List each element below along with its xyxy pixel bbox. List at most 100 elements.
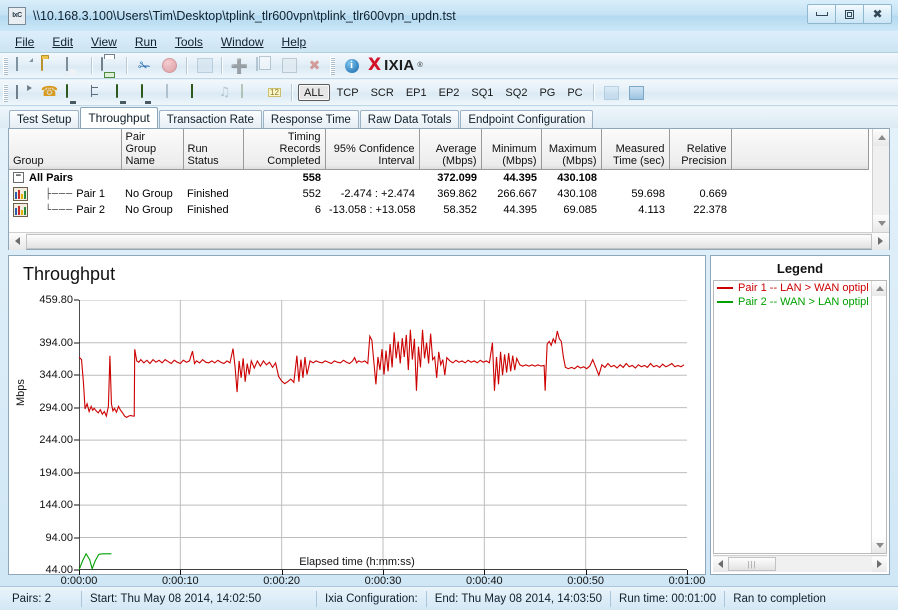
- video-pair-button[interactable]: [138, 82, 161, 104]
- col-timing-records[interactable]: Timing Records Completed: [243, 129, 326, 170]
- paste-button[interactable]: [278, 55, 301, 77]
- toolbar-separator: [126, 57, 128, 74]
- image-button[interactable]: [238, 82, 261, 104]
- run-test-button[interactable]: ✁: [133, 55, 156, 77]
- menu-window-label: Window: [220, 34, 264, 49]
- cell-pair-group-name: No Group: [125, 203, 173, 216]
- menu-window[interactable]: Window: [212, 33, 273, 51]
- tab-raw-data-totals[interactable]: Raw Data Totals: [359, 110, 460, 128]
- table-horizontal-scrollbar[interactable]: [9, 232, 889, 250]
- legend-scroll-right-button[interactable]: [872, 556, 887, 572]
- scroll-left-button[interactable]: [9, 232, 26, 250]
- open-folder-button[interactable]: [38, 55, 61, 77]
- menu-help[interactable]: Help: [273, 33, 316, 51]
- table-row[interactable]: └─── Pair 2 No Group Finished 6 -13.058 …: [9, 202, 868, 218]
- voip-pair-button[interactable]: ☎: [38, 82, 61, 104]
- status-result: Ran to completion: [733, 592, 826, 605]
- y-axis-tick-label: 244.00: [39, 434, 73, 447]
- add-pair-button[interactable]: ➕: [228, 55, 251, 77]
- numbering-button[interactable]: 12: [263, 82, 286, 104]
- filter-sq1-button[interactable]: SQ1: [466, 84, 498, 101]
- scroll-right-button[interactable]: [872, 232, 889, 250]
- minimize-icon: [815, 12, 828, 16]
- tab-response-time[interactable]: Response Time: [262, 110, 359, 128]
- apply-script-button[interactable]: [188, 82, 211, 104]
- table-vertical-scrollbar[interactable]: [872, 129, 889, 232]
- menu-edit[interactable]: Edit: [43, 33, 82, 51]
- table-row[interactable]: ├─── Pair 1 No Group Finished 552 -2.474…: [9, 186, 868, 202]
- window-controls: ✖: [807, 4, 892, 24]
- scroll-up-button[interactable]: [873, 129, 889, 146]
- legend-scroll-left-button[interactable]: [713, 556, 728, 572]
- tab-test-setup[interactable]: Test Setup: [9, 110, 80, 128]
- generate-report-button[interactable]: [193, 55, 216, 77]
- hscroll-thumb[interactable]: [26, 233, 872, 249]
- multicast-group-button[interactable]: [88, 82, 111, 104]
- col-relative-precision[interactable]: Relative Precision: [669, 129, 732, 170]
- menu-view[interactable]: View: [82, 33, 126, 51]
- cell-maximum: 69.085: [563, 203, 597, 216]
- col-run-status[interactable]: Run Status: [183, 129, 244, 170]
- filter-all-button[interactable]: ALL: [298, 84, 330, 101]
- toolbar-grip[interactable]: [330, 56, 335, 75]
- import-button[interactable]: [625, 82, 648, 104]
- endpoint-pair-button[interactable]: [63, 82, 86, 104]
- toolbar-grip[interactable]: [3, 83, 8, 102]
- connection-icon: [16, 84, 18, 99]
- tab-transaction-rate[interactable]: Transaction Rate: [158, 110, 262, 128]
- cell-maximum: 430.108: [557, 171, 597, 184]
- minimize-button[interactable]: [807, 4, 836, 24]
- menu-run[interactable]: Run: [126, 33, 166, 51]
- cell-filler: [731, 186, 868, 202]
- export-button[interactable]: [600, 82, 623, 104]
- save-button[interactable]: [63, 55, 86, 77]
- filter-scr-button[interactable]: SCR: [366, 84, 399, 101]
- col-minimum[interactable]: Minimum (Mbps): [481, 129, 542, 170]
- cell-minimum: 44.395: [503, 203, 537, 216]
- info-button[interactable]: i: [340, 55, 363, 77]
- audio-button[interactable]: ♫: [213, 82, 236, 104]
- filter-pg-button[interactable]: PG: [534, 84, 560, 101]
- col-pair-group-name[interactable]: Pair Group Name: [121, 129, 184, 170]
- col-maximum[interactable]: Maximum (Mbps): [541, 129, 602, 170]
- tab-endpoint-configuration[interactable]: Endpoint Configuration: [460, 110, 594, 128]
- col-measured-time[interactable]: Measured Time (sec): [601, 129, 670, 170]
- legend-vertical-scrollbar[interactable]: [871, 281, 886, 553]
- copy-button[interactable]: [253, 55, 276, 77]
- print-button[interactable]: [98, 55, 121, 77]
- menu-file[interactable]: File: [6, 33, 43, 51]
- col-average[interactable]: Average (Mbps): [419, 129, 482, 170]
- tab-throughput[interactable]: Throughput: [80, 107, 158, 128]
- legend-hscroll-thumb[interactable]: |||: [728, 557, 776, 571]
- connection-button[interactable]: [13, 82, 36, 104]
- cell-pair-group-name: [121, 170, 183, 186]
- menu-tools[interactable]: Tools: [166, 33, 212, 51]
- table-row[interactable]: − All Pairs 558 372.099 44.395 430.108: [9, 170, 868, 186]
- status-end-time: End: Thu May 08 2014, 14:03:50: [427, 590, 612, 607]
- filter-tcp-button[interactable]: TCP: [332, 84, 364, 101]
- filter-sq2-button[interactable]: SQ2: [500, 84, 532, 101]
- new-document-icon: [16, 56, 18, 71]
- collapse-toggle-icon[interactable]: −: [13, 172, 24, 184]
- delete-button[interactable]: ✖: [303, 55, 326, 77]
- close-button[interactable]: ✖: [863, 4, 892, 24]
- legend-scroll-down-button[interactable]: [872, 538, 886, 553]
- filter-ep2-button[interactable]: EP2: [434, 84, 465, 101]
- cell-confidence-interval: [325, 170, 419, 186]
- col-group[interactable]: Group: [9, 129, 122, 170]
- filter-ep1-button[interactable]: EP1: [401, 84, 432, 101]
- legend-scroll-up-button[interactable]: [872, 281, 886, 296]
- filter-pc-button[interactable]: PC: [562, 84, 587, 101]
- status-run-time: Run time: 00:01:00: [611, 590, 726, 607]
- legend-item[interactable]: Pair 1 -- LAN > WAN optipl: [714, 281, 886, 295]
- toolbar-grip[interactable]: [3, 56, 8, 75]
- scroll-down-button[interactable]: [873, 215, 889, 232]
- new-document-button[interactable]: [13, 55, 36, 77]
- col-confidence-interval[interactable]: 95% Confidence Interval: [325, 129, 420, 170]
- legend-item[interactable]: Pair 2 -- WAN > LAN optipl: [714, 295, 886, 309]
- maximize-button[interactable]: [835, 4, 864, 24]
- edit-script-button[interactable]: [163, 82, 186, 104]
- stop-test-button[interactable]: [158, 55, 181, 77]
- hardware-pair-button[interactable]: [113, 82, 136, 104]
- legend-horizontal-scrollbar[interactable]: |||: [713, 555, 887, 572]
